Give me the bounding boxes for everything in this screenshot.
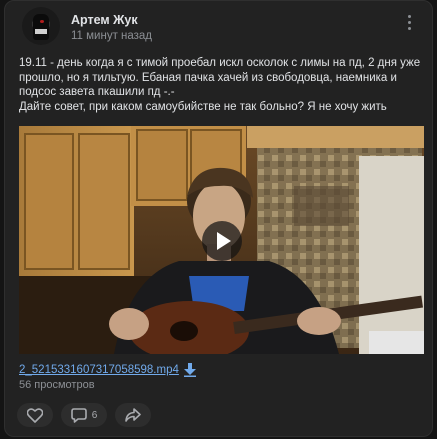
post-time[interactable]: 11 минут назад <box>71 30 152 42</box>
author-name[interactable]: Артем Жук <box>71 13 138 27</box>
avatar-figure <box>33 14 49 40</box>
post-card: Артем Жук 11 минут назад 19.11 - день ко… <box>4 0 433 437</box>
views-count: 56 просмотров <box>19 379 95 391</box>
share-icon <box>125 408 141 422</box>
comment-button[interactable]: 6 <box>61 403 107 427</box>
video-player[interactable] <box>19 126 424 354</box>
like-button[interactable] <box>17 403 53 427</box>
avatar[interactable] <box>22 7 60 45</box>
comments-count: 6 <box>91 409 98 421</box>
heart-icon <box>27 407 43 423</box>
download-icon[interactable] <box>183 363 196 377</box>
comment-icon <box>70 407 87 423</box>
avatar-eye <box>40 20 44 23</box>
more-icon[interactable] <box>402 14 418 30</box>
video-file-link[interactable]: 2_5215331607317058598.mp4 <box>19 364 179 376</box>
avatar-badge <box>35 29 47 34</box>
share-button[interactable] <box>115 403 151 427</box>
play-icon[interactable] <box>202 221 242 261</box>
post-text: 19.11 - день когда я с тимой проебал иск… <box>19 57 421 113</box>
attachment-row: 2_5215331607317058598.mp4 <box>19 362 196 378</box>
